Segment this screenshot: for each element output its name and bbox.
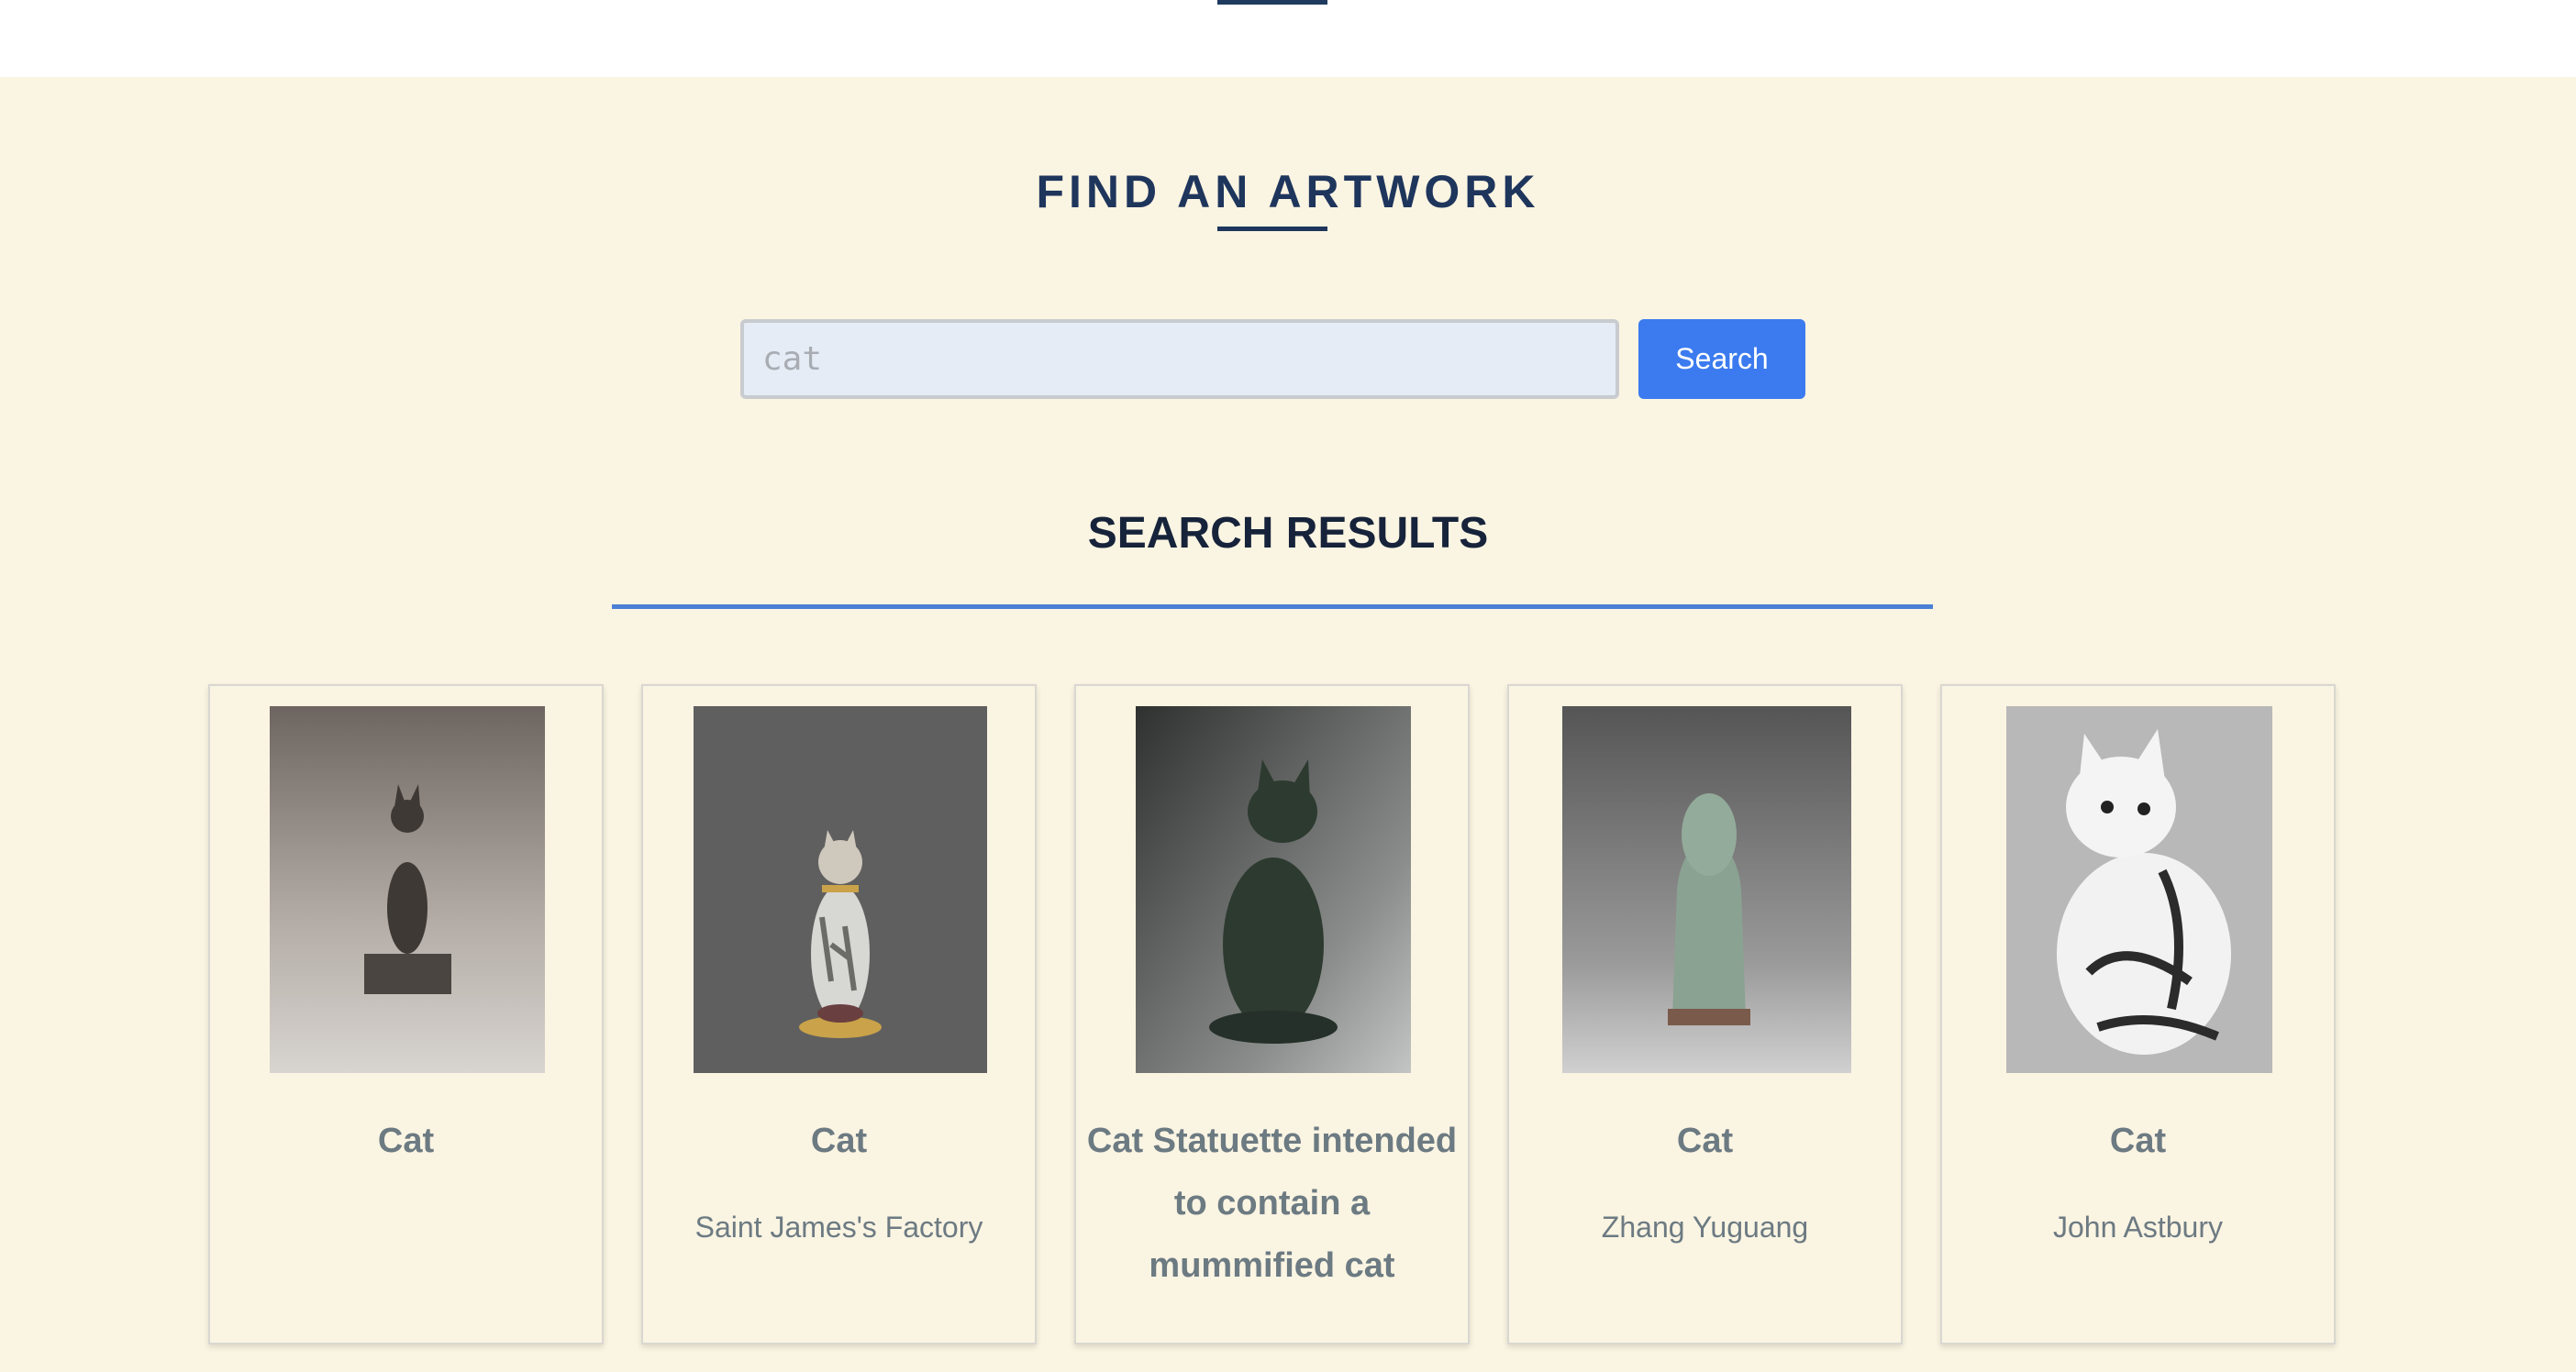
artwork-image — [1562, 706, 1851, 1073]
artwork-image — [270, 706, 545, 1073]
title-underline — [1217, 227, 1327, 231]
artwork-artist: Zhang Yuguang — [1601, 1211, 1809, 1244]
artwork-image — [694, 706, 987, 1073]
result-card[interactable]: Cat — [208, 684, 604, 1344]
result-card[interactable]: Cat Statuette intended to contain a mumm… — [1074, 684, 1470, 1344]
result-card[interactable]: Cat John Astbury — [1940, 684, 2336, 1344]
artwork-artist: John Astbury — [2053, 1211, 2223, 1244]
artwork-title: Cat — [2109, 1122, 2167, 1160]
main-content: FIND AN ARTWORK Search SEARCH RESULTS — [0, 77, 2576, 1372]
artwork-title: Cat Statuette intended to contain a mumm… — [1086, 1122, 1458, 1285]
active-nav-underline — [1217, 0, 1327, 5]
artwork-title: Cat — [377, 1122, 435, 1160]
artwork-artist: Saint James's Factory — [694, 1211, 983, 1244]
result-card[interactable]: Cat Zhang Yuguang — [1507, 684, 1903, 1344]
search-input[interactable] — [740, 319, 1619, 399]
artwork-title: Cat — [810, 1122, 868, 1160]
artwork-image — [1136, 706, 1411, 1073]
page-title: FIND AN ARTWORK — [1036, 166, 1540, 217]
results-divider — [612, 604, 1933, 609]
artwork-image — [2006, 706, 2272, 1073]
result-card[interactable]: Cat Saint James's Factory — [641, 684, 1037, 1344]
search-button[interactable]: Search — [1638, 319, 1805, 399]
artwork-title: Cat — [1676, 1122, 1734, 1160]
results-heading: SEARCH RESULTS — [1087, 509, 1489, 558]
top-navigation-bar — [0, 0, 2576, 77]
